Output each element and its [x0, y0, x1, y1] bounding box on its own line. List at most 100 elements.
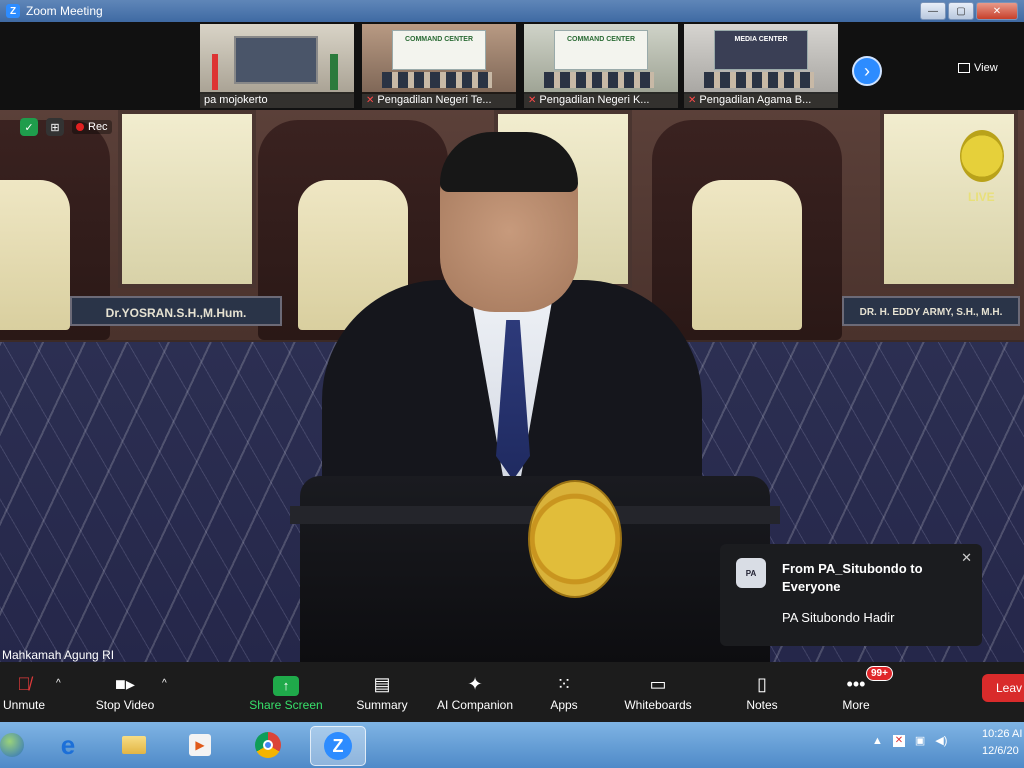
start-button[interactable]: [0, 726, 24, 764]
sender-avatar: PA: [736, 558, 766, 588]
participant-tile[interactable]: COMMAND CENTER ✕ Pengadilan Negeri Te...: [362, 24, 516, 108]
clock-time: 10:26 AI: [982, 728, 1023, 740]
window-title: Zoom Meeting: [26, 4, 103, 18]
close-notification-button[interactable]: ✕: [961, 550, 972, 566]
clock-date: 12/6/20: [982, 745, 1019, 757]
notes-label: Notes: [746, 698, 778, 712]
nameplate: Dr.YOSRAN.S.H.,M.Hum.: [70, 296, 282, 326]
stop-video-button[interactable]: ■▸ Stop Video: [90, 666, 160, 718]
record-dot-icon: [76, 123, 84, 131]
notes-icon: ▯: [757, 674, 767, 694]
wall-screen: [234, 36, 318, 84]
participant-video: COMMAND CENTER: [362, 24, 516, 94]
zoom-app-icon: Z: [6, 4, 20, 18]
minimize-button[interactable]: —: [920, 2, 946, 20]
taskbar-zoom[interactable]: Z: [310, 726, 366, 766]
speaker-name: Mahkamah Agung RI: [2, 648, 115, 662]
apps-button[interactable]: ⁙ Apps: [540, 666, 588, 718]
view-label: View: [974, 62, 998, 74]
participant-tile[interactable]: MEDIA CENTER ✕ Pengadilan Agama B...: [684, 24, 838, 108]
system-tray: ▲ ✕ ▣ ◀): [872, 734, 947, 747]
wall-panel: [118, 110, 256, 288]
room-banner: MEDIA CENTER: [714, 30, 808, 70]
view-button[interactable]: View: [958, 62, 998, 74]
video-options-caret[interactable]: ^: [162, 678, 167, 689]
close-window-button[interactable]: ✕: [976, 2, 1018, 20]
grid-icon[interactable]: ⊞: [46, 118, 64, 136]
court-seal-emblem: [528, 480, 622, 598]
broadcast-logo: [960, 130, 1004, 182]
participant-name-row: ✕ Pengadilan Negeri Te...: [362, 92, 516, 108]
audio-options-caret[interactable]: ^: [56, 678, 61, 689]
windows-taskbar: e ▶ Z ▲ ✕ ▣ ◀) 10:26 AI 12/6/20: [0, 722, 1024, 768]
folder-icon: [122, 736, 146, 754]
chat-notification[interactable]: PA From PA_Situbondo to Everyone PA Situ…: [720, 544, 982, 646]
participant-tile[interactable]: pa mojokerto: [200, 24, 354, 108]
unmute-button[interactable]: 🎙̸ Unmute: [0, 666, 48, 718]
chair-cushion: [0, 180, 70, 330]
taskbar-chrome[interactable]: [248, 726, 288, 764]
sparkle-icon: ✦: [467, 674, 483, 694]
recording-indicator[interactable]: Rec: [72, 120, 112, 134]
participant-name: Pengadilan Negeri K...: [539, 94, 650, 106]
volume-icon[interactable]: ◀): [935, 734, 947, 747]
taskbar-media-player[interactable]: ▶: [180, 726, 220, 764]
participant-name: pa mojokerto: [200, 92, 354, 108]
apps-icon: ⁙: [556, 674, 572, 694]
action-center-flag-icon[interactable]: ✕: [892, 734, 905, 747]
more-badge: 99+: [866, 666, 893, 681]
chat-sender: From PA_Situbondo to Everyone: [782, 561, 923, 594]
share-screen-icon: ↑: [273, 670, 299, 698]
share-screen-button[interactable]: ↑ Share Screen: [246, 666, 326, 718]
flag-icon: [330, 54, 338, 90]
apps-label: Apps: [550, 698, 578, 712]
more-label: More: [842, 698, 870, 712]
summary-button[interactable]: ▤ Summary: [350, 666, 414, 718]
stop-video-label: Stop Video: [95, 698, 155, 712]
judge-chair: [652, 120, 842, 340]
participants-group: [382, 72, 492, 88]
window-titlebar: Z Zoom Meeting — ▢ ✕: [0, 0, 1024, 22]
participant-video: MEDIA CENTER: [684, 24, 838, 94]
summary-label: Summary: [356, 698, 408, 712]
summary-icon: ▤: [373, 674, 391, 694]
show-hidden-icons[interactable]: ▲: [872, 735, 883, 747]
chrome-icon: [255, 732, 281, 758]
video-camera-icon: ■▸: [115, 674, 135, 694]
participant-tile[interactable]: COMMAND CENTER ✕ Pengadilan Negeri K...: [524, 24, 678, 108]
flag-icon: [212, 54, 218, 90]
taskbar-internet-explorer[interactable]: e: [48, 726, 88, 764]
ai-companion-label: AI Companion: [436, 698, 514, 712]
whiteboards-label: Whiteboards: [624, 698, 692, 712]
live-label: LIVE: [968, 190, 995, 204]
whiteboard-icon: ▭: [649, 674, 667, 694]
window-controls: — ▢ ✕: [920, 2, 1018, 20]
ai-companion-button[interactable]: ✦ AI Companion: [432, 666, 518, 718]
shield-icon[interactable]: ✓: [20, 118, 38, 136]
participants-group: [704, 72, 814, 88]
maximize-button[interactable]: ▢: [948, 2, 974, 20]
recording-label: Rec: [88, 121, 108, 133]
internet-explorer-icon: e: [60, 729, 76, 760]
room-banner: COMMAND CENTER: [554, 30, 648, 70]
windows-logo-icon: [0, 733, 24, 757]
mic-muted-icon: 🎙̸: [17, 674, 31, 694]
participant-name-row: ✕ Pengadilan Negeri K...: [524, 92, 678, 108]
taskbar-file-explorer[interactable]: [114, 726, 154, 764]
chair-cushion: [692, 180, 802, 330]
participant-video: COMMAND CENTER: [524, 24, 678, 94]
media-player-icon: ▶: [189, 734, 211, 756]
network-icon[interactable]: ▣: [915, 734, 925, 747]
next-page-button[interactable]: ›: [852, 56, 882, 86]
taskbar-clock[interactable]: 10:26 AI 12/6/20: [982, 726, 1022, 760]
mic-muted-icon: ✕: [688, 95, 697, 106]
leave-button[interactable]: Leav: [982, 674, 1024, 702]
whiteboards-button[interactable]: ▭ Whiteboards: [618, 666, 698, 718]
notes-button[interactable]: ▯ Notes: [738, 666, 786, 718]
more-icon: •••: [846, 674, 866, 694]
participants-group: [544, 72, 654, 88]
share-screen-label: Share Screen: [249, 698, 323, 712]
mic-muted-icon: ✕: [528, 95, 537, 106]
mic-muted-icon: ✕: [366, 95, 375, 106]
nameplate: DR. H. EDDY ARMY, S.H., M.H.: [842, 296, 1020, 326]
